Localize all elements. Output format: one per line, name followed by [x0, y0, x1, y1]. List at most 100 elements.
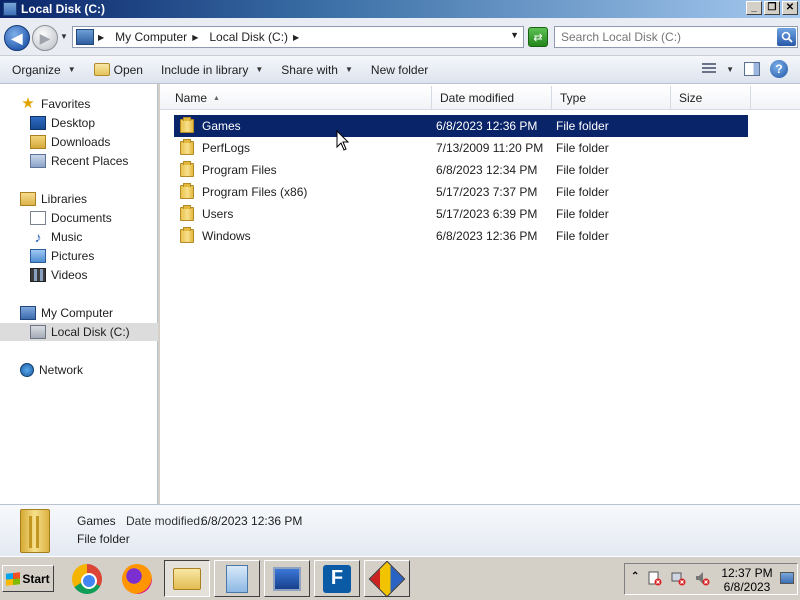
- table-row[interactable]: PerfLogs 7/13/2009 11:20 PM File folder: [174, 137, 748, 159]
- details-modified-value: 6/8/2023 12:36 PM: [201, 514, 303, 528]
- table-row[interactable]: Games 6/8/2023 12:36 PM File folder: [174, 115, 748, 137]
- nav-label: Desktop: [51, 116, 96, 130]
- nav-desktop[interactable]: Desktop: [30, 114, 95, 132]
- nav-label: Favorites: [41, 97, 91, 111]
- taskbar-documents[interactable]: [214, 560, 260, 597]
- taskbar-firefox[interactable]: [114, 560, 160, 597]
- taskbar-explorer[interactable]: [164, 560, 210, 597]
- folder-icon: [180, 227, 194, 243]
- chevron-right-icon[interactable]: ▶: [192, 33, 198, 42]
- refresh-button[interactable]: ⇄: [528, 27, 548, 47]
- new-folder-button[interactable]: New folder: [365, 59, 434, 81]
- details-modified-label: Date modified:: [126, 514, 204, 528]
- search-box[interactable]: [554, 26, 798, 48]
- nav-music[interactable]: ♪ Music: [30, 228, 83, 246]
- network-disconnected-icon[interactable]: [671, 571, 686, 586]
- mouse-cursor-icon: [336, 130, 350, 151]
- nav-my-computer[interactable]: My Computer: [20, 304, 113, 322]
- nav-favorites[interactable]: ★ Favorites: [20, 95, 90, 113]
- desktop-icon: [30, 116, 46, 130]
- address-bar[interactable]: ▶ My Computer ▶ Local Disk (C:) ▶ ▼: [72, 26, 524, 48]
- nav-label: Music: [51, 230, 83, 244]
- nav-label: My Computer: [41, 306, 114, 320]
- maximize-button[interactable]: ❐: [764, 1, 780, 15]
- new-folder-label: New folder: [370, 62, 429, 77]
- start-button[interactable]: Start: [2, 565, 54, 592]
- cell-type: File folder: [556, 163, 609, 177]
- nav-libraries[interactable]: Libraries: [20, 190, 87, 208]
- open-folder-icon: [93, 63, 110, 76]
- window-title: Local Disk (C:): [21, 2, 106, 16]
- chevron-right-icon[interactable]: ▶: [293, 33, 299, 42]
- breadcrumb-my-computer[interactable]: My Computer ▶: [115, 30, 203, 44]
- column-size[interactable]: Size: [671, 86, 751, 110]
- include-in-library-button[interactable]: Include in library ▼: [155, 59, 269, 81]
- action-center-warning-icon[interactable]: [647, 571, 662, 586]
- close-button[interactable]: ✕: [782, 1, 798, 15]
- nav-network[interactable]: Network: [20, 361, 83, 379]
- clock[interactable]: 12:37 PM 6/8/2023: [720, 566, 774, 594]
- file-name: PerfLogs: [202, 141, 251, 155]
- table-row[interactable]: Windows 6/8/2023 12:36 PM File folder: [174, 225, 748, 247]
- column-label: Date modified: [440, 91, 515, 105]
- downloads-icon: [30, 135, 46, 149]
- organize-button[interactable]: Organize ▼: [6, 59, 82, 81]
- breadcrumb-label: Local Disk (C:): [209, 30, 289, 44]
- help-icon[interactable]: ?: [770, 60, 788, 78]
- nav-label: Downloads: [51, 135, 111, 149]
- nav-label: Videos: [51, 268, 88, 282]
- chrome-icon: [72, 563, 102, 594]
- folder-icon: [180, 139, 194, 155]
- view-options-dropdown-icon[interactable]: ▼: [726, 65, 734, 74]
- taskbar-chrome[interactable]: [64, 560, 110, 597]
- table-row[interactable]: Program Files (x86) 5/17/2023 7:37 PM Fi…: [174, 181, 748, 203]
- share-with-button[interactable]: Share with ▼: [275, 59, 359, 81]
- volume-muted-icon[interactable]: [695, 571, 710, 586]
- minimize-button[interactable]: _: [746, 1, 762, 15]
- search-input[interactable]: [555, 27, 773, 47]
- cell-date: 6/8/2023 12:36 PM: [436, 229, 538, 243]
- search-button[interactable]: [777, 28, 796, 46]
- taskbar-tool[interactable]: [364, 560, 410, 597]
- details-pane: Games Date modified: 6/8/2023 12:36 PM F…: [0, 504, 800, 556]
- preview-pane-icon[interactable]: [744, 62, 760, 76]
- nav-pictures[interactable]: Pictures: [30, 247, 94, 265]
- videos-icon: [30, 268, 46, 282]
- nav-videos[interactable]: Videos: [30, 266, 87, 284]
- cell-name: Games: [180, 115, 241, 137]
- breadcrumb-root-arrow[interactable]: ▶: [98, 33, 109, 42]
- folder-icon: [180, 183, 194, 199]
- nav-local-disk[interactable]: Local Disk (C:): [0, 323, 158, 341]
- breadcrumb-local-disk[interactable]: Local Disk (C:) ▶: [209, 30, 304, 44]
- history-dropdown-icon[interactable]: ▼: [60, 32, 68, 41]
- column-label: Size: [679, 91, 703, 105]
- taskbar-remote-desktop[interactable]: [264, 560, 310, 597]
- computer-icon: [20, 306, 36, 320]
- nav-label: Recent Places: [51, 154, 129, 168]
- column-type[interactable]: Type: [552, 86, 671, 110]
- column-date-modified[interactable]: Date modified: [432, 86, 552, 110]
- show-desktop-icon[interactable]: [780, 572, 794, 584]
- tool-icon: [368, 560, 406, 597]
- view-controls: ▼ ?: [702, 60, 788, 78]
- back-button[interactable]: ◀: [4, 25, 30, 51]
- cell-name: Program Files: [180, 159, 277, 181]
- change-view-icon[interactable]: [702, 63, 717, 75]
- table-row[interactable]: Users 5/17/2023 6:39 PM File folder: [174, 203, 748, 225]
- open-button[interactable]: Open: [88, 59, 149, 81]
- nav-recent-places[interactable]: Recent Places: [30, 152, 128, 170]
- forward-button[interactable]: ▶: [32, 25, 58, 51]
- nav-documents[interactable]: Documents: [30, 209, 112, 227]
- show-hidden-icons-button[interactable]: ⌃: [631, 571, 639, 582]
- column-name[interactable]: Name ▲: [160, 86, 432, 110]
- file-name: Windows: [202, 229, 251, 243]
- taskbar-filezilla[interactable]: F: [314, 560, 360, 597]
- table-row[interactable]: Program Files 6/8/2023 12:34 PM File fol…: [174, 159, 748, 181]
- cell-date: 7/13/2009 11:20 PM: [436, 141, 544, 155]
- chevron-right-icon: ▶: [98, 32, 105, 42]
- address-dropdown-icon[interactable]: ▼: [510, 30, 519, 40]
- window-controls: _ ❐ ✕: [746, 1, 798, 15]
- nav-downloads[interactable]: Downloads: [30, 133, 110, 151]
- cell-name: Program Files (x86): [180, 181, 307, 203]
- cell-type: File folder: [556, 119, 609, 133]
